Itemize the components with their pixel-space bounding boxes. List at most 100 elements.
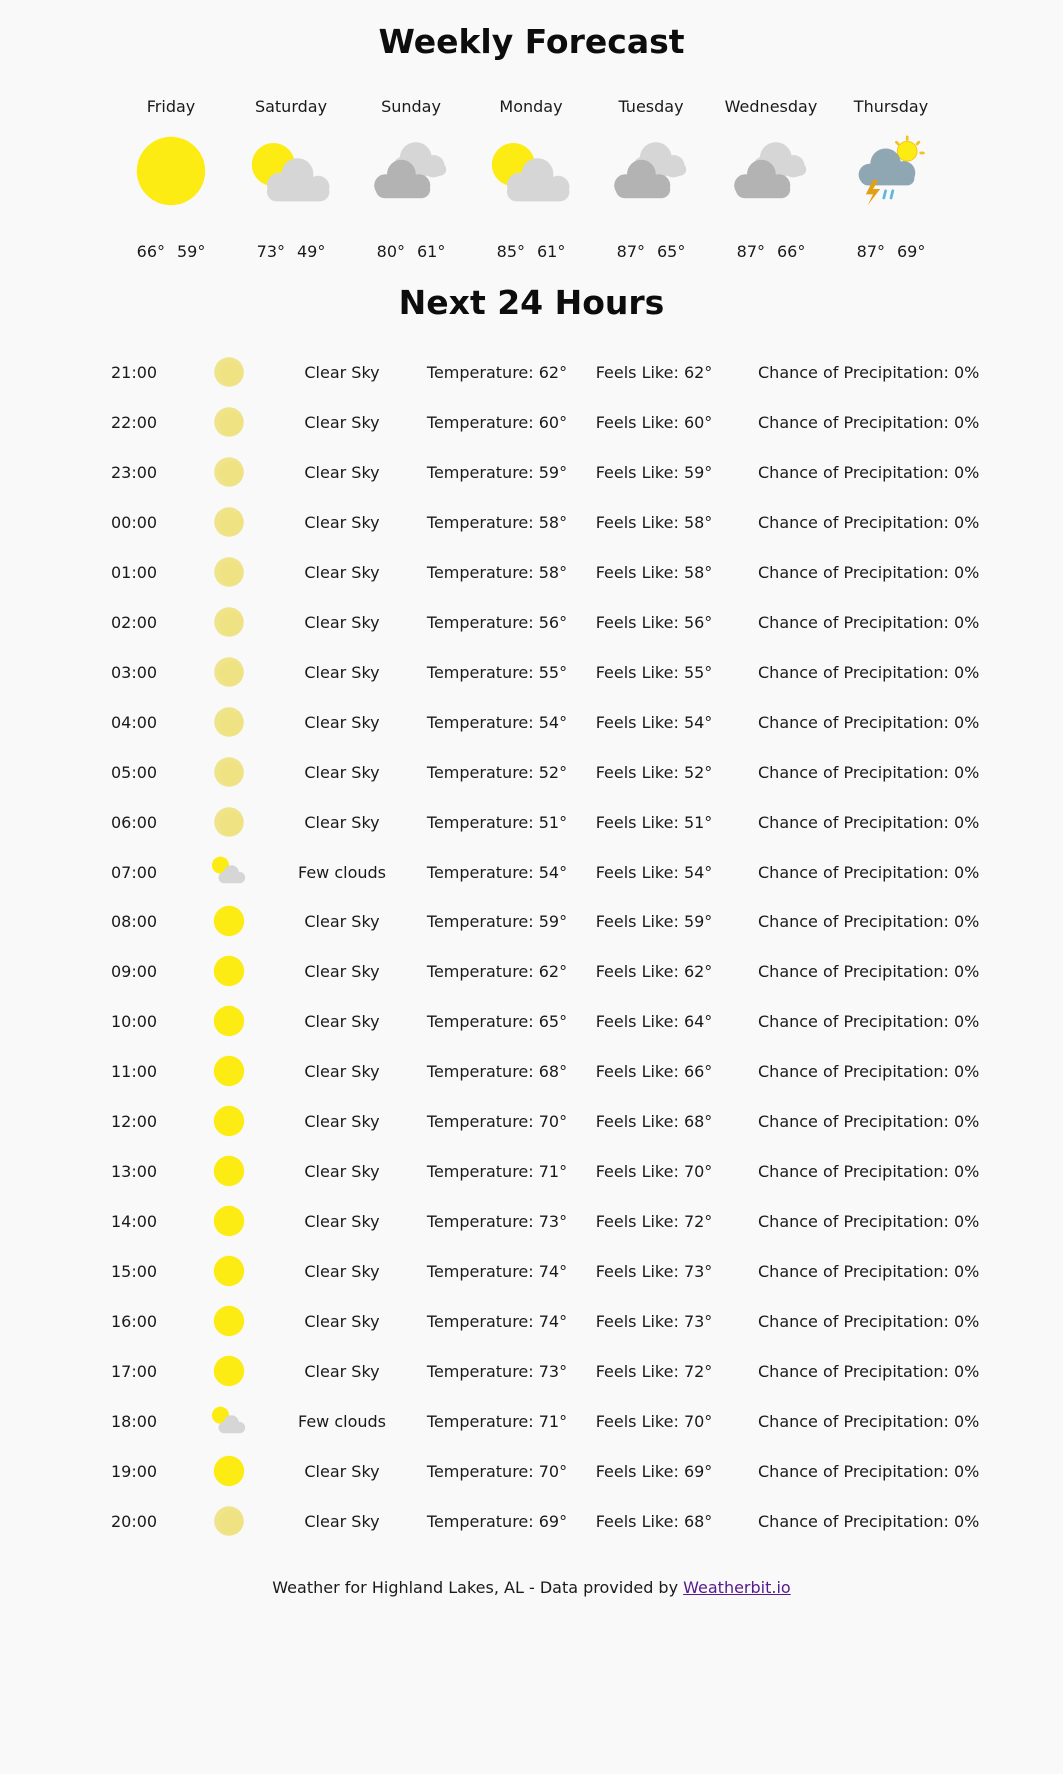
day-card: Friday 66° 59°	[111, 97, 231, 267]
sun-icon	[210, 1305, 248, 1337]
moon-icon	[210, 356, 248, 388]
sun-icon	[210, 1105, 248, 1137]
sun-icon	[210, 1255, 248, 1287]
hour-feels-like: Feels Like: 72°	[595, 1212, 713, 1232]
hour-description: Clear Sky	[304, 912, 380, 932]
low-temp: 49°	[297, 242, 326, 261]
hour-feels-like: Feels Like: 73°	[595, 1262, 713, 1282]
hour-temperature: Temperature: 68°	[426, 1062, 568, 1082]
hour-feels-like: Feels Like: 60°	[595, 412, 713, 432]
hour-time: 21:00	[111, 363, 158, 382]
hour-feels-like: Feels Like: 73°	[595, 1312, 713, 1332]
hour-time: 11:00	[111, 1062, 158, 1082]
hourly-row: 14:00 Clear Sky Temperature: 73° Feels L…	[0, 1196, 1063, 1246]
hour-feels-like: Feels Like: 58°	[595, 562, 713, 582]
low-temp: 69°	[897, 242, 926, 261]
hour-temperature: Temperature: 65°	[426, 1012, 568, 1032]
hour-temperature: Temperature: 62°	[426, 962, 568, 982]
overcast-clouds-icon	[611, 131, 691, 211]
hour-precipitation: Chance of Precipitation: 0%	[758, 762, 980, 782]
hour-description: Clear Sky	[304, 1062, 380, 1082]
hour-time: 04:00	[111, 712, 158, 732]
weatherbit-link[interactable]: Weatherbit.io	[683, 1578, 791, 1597]
sun-icon	[210, 1205, 248, 1237]
weekly-forecast-title: Weekly Forecast	[378, 22, 685, 61]
hour-temperature: Temperature: 69°	[426, 1511, 568, 1531]
partly-cloudy-icon	[491, 131, 571, 211]
hour-temperature: Temperature: 70°	[426, 1112, 568, 1132]
hourly-row: 13:00 Clear Sky Temperature: 71° Feels L…	[0, 1146, 1063, 1196]
hourly-row: 20:00 Clear Sky Temperature: 69° Feels L…	[0, 1496, 1063, 1546]
hour-feels-like: Feels Like: 51°	[595, 812, 713, 832]
hour-description: Clear Sky	[304, 1461, 380, 1481]
hour-description: Clear Sky	[304, 1112, 380, 1132]
hourly-row: 07:00 Few clouds Temperature: 54° Feels …	[0, 847, 1063, 897]
sun-icon	[210, 1355, 248, 1387]
hour-temperature: Temperature: 60°	[426, 412, 568, 432]
hourly-row: 22:00 Clear Sky Temperature: 60° Feels L…	[0, 397, 1063, 447]
few-clouds-icon	[210, 856, 248, 888]
hourly-row: 15:00 Clear Sky Temperature: 74° Feels L…	[0, 1246, 1063, 1296]
hour-feels-like: Feels Like: 58°	[595, 512, 713, 532]
hour-description: Clear Sky	[304, 363, 380, 382]
hour-time: 01:00	[111, 562, 158, 582]
hour-description: Clear Sky	[304, 1212, 380, 1232]
hourly-row: 19:00 Clear Sky Temperature: 70° Feels L…	[0, 1446, 1063, 1496]
hour-time: 13:00	[111, 1162, 158, 1182]
hour-temperature: Temperature: 74°	[426, 1262, 568, 1282]
day-temps: 87° 69°	[831, 242, 951, 261]
hour-description: Clear Sky	[304, 712, 380, 732]
high-temp: 87°	[856, 242, 885, 261]
high-temp: 87°	[616, 242, 645, 261]
day-name: Saturday	[254, 97, 328, 116]
hour-feels-like: Feels Like: 59°	[595, 462, 713, 482]
hour-feels-like: Feels Like: 54°	[595, 712, 713, 732]
hour-description: Clear Sky	[304, 1012, 380, 1032]
hourly-row: 06:00 Clear Sky Temperature: 51° Feels L…	[0, 797, 1063, 847]
hour-feels-like: Feels Like: 68°	[595, 1112, 713, 1132]
moon-icon	[210, 606, 248, 638]
hour-description: Clear Sky	[304, 1262, 380, 1282]
hour-time: 12:00	[111, 1112, 158, 1132]
hour-temperature: Temperature: 74°	[426, 1312, 568, 1332]
hourly-row: 16:00 Clear Sky Temperature: 74° Feels L…	[0, 1296, 1063, 1346]
hour-precipitation: Chance of Precipitation: 0%	[758, 812, 980, 832]
hour-precipitation: Chance of Precipitation: 0%	[758, 1012, 980, 1032]
hour-time: 05:00	[111, 762, 158, 782]
hour-temperature: Temperature: 70°	[426, 1461, 568, 1481]
sun-icon	[210, 1155, 248, 1187]
hourly-row: 21:00 Clear Sky Temperature: 62° Feels L…	[0, 347, 1063, 397]
overcast-clouds-icon	[371, 131, 451, 211]
day-temps: 73° 49°	[231, 242, 351, 261]
day-name: Wednesday	[724, 97, 818, 116]
hour-feels-like: Feels Like: 55°	[595, 662, 713, 682]
day-temps: 66° 59°	[111, 242, 231, 261]
hour-description: Clear Sky	[304, 612, 380, 632]
day-temps: 87° 65°	[591, 242, 711, 261]
day-name: Monday	[499, 97, 563, 116]
day-temps: 87° 66°	[711, 242, 831, 261]
hourly-row: 05:00 Clear Sky Temperature: 52° Feels L…	[0, 747, 1063, 797]
hour-temperature: Temperature: 71°	[426, 1162, 568, 1182]
hour-description: Clear Sky	[304, 462, 380, 482]
low-temp: 61°	[417, 242, 446, 261]
hourly-forecast-title: Next 24 Hours	[398, 283, 665, 322]
moon-icon	[210, 756, 248, 788]
weekly-forecast: Friday 66° 59° Saturday 73° 49° Sunday 8…	[111, 97, 951, 267]
hour-time: 08:00	[111, 912, 158, 932]
day-card: Monday 85° 61°	[471, 97, 591, 267]
hour-time: 20:00	[111, 1511, 158, 1531]
hour-feels-like: Feels Like: 68°	[595, 1511, 713, 1531]
day-card: Wednesday 87° 66°	[711, 97, 831, 267]
hour-feels-like: Feels Like: 69°	[595, 1461, 713, 1481]
hour-feels-like: Feels Like: 66°	[595, 1062, 713, 1082]
hour-time: 02:00	[111, 612, 158, 632]
hour-feels-like: Feels Like: 70°	[595, 1411, 713, 1431]
hour-time: 15:00	[111, 1262, 158, 1282]
hourly-row: 04:00 Clear Sky Temperature: 54° Feels L…	[0, 697, 1063, 747]
hour-precipitation: Chance of Precipitation: 0%	[758, 1162, 980, 1182]
day-card: Sunday 80° 61°	[351, 97, 471, 267]
moon-icon	[210, 456, 248, 488]
hour-temperature: Temperature: 55°	[426, 662, 568, 682]
hour-precipitation: Chance of Precipitation: 0%	[758, 1411, 980, 1431]
